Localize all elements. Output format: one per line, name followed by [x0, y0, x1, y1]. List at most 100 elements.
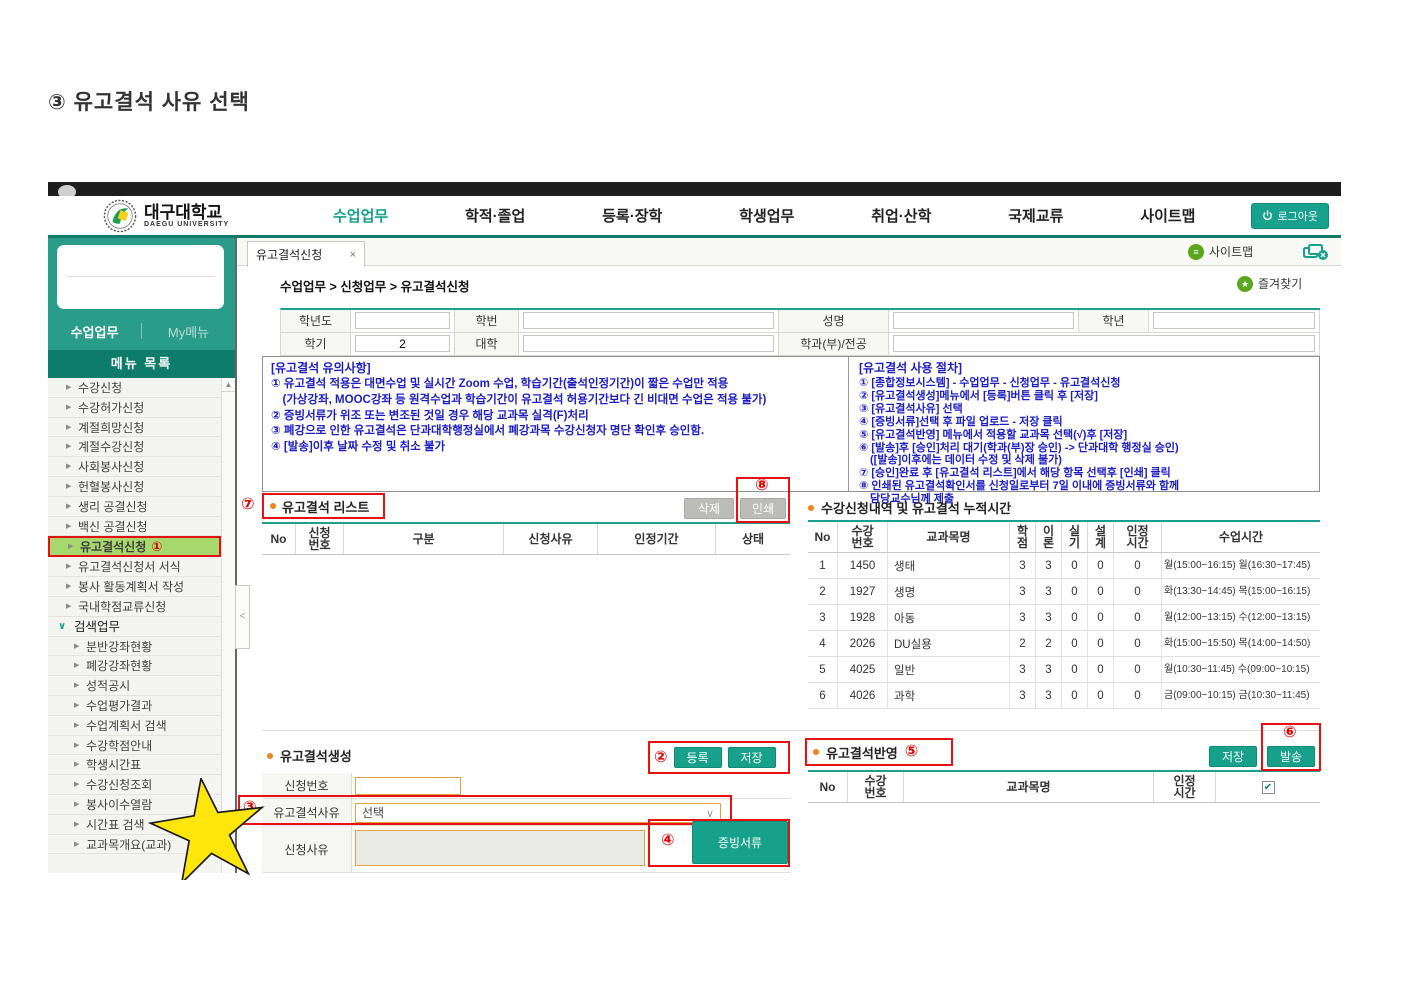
sidebar-menu-item[interactable]: 수업평가결과 [48, 696, 221, 716]
sidebar-menu-item[interactable]: 분반강좌현황 [48, 637, 221, 657]
apply-save-button[interactable]: 저장 [1209, 746, 1257, 767]
header-nav-item[interactable]: 취업·산학 [871, 205, 931, 226]
register-button[interactable]: 등록 [673, 747, 722, 768]
semester-input[interactable] [355, 335, 450, 352]
label-department: 학과(부)/전공 [779, 333, 889, 356]
notice-procedure-title: [유고결석 사용 절차] [859, 361, 962, 375]
sidebar-menu-item[interactable]: 유고결석신청서 서식 [48, 557, 221, 578]
student-id-input[interactable] [523, 312, 774, 329]
sidebar-user-box [57, 245, 224, 309]
header-nav-item[interactable]: 국제교류 [1008, 205, 1063, 226]
sidebar-menu-item[interactable]: 백신 공결신청 [48, 517, 221, 537]
name-input[interactable] [893, 312, 1074, 329]
column-header: 실 기 [1062, 522, 1088, 552]
label-grade: 학년 [1079, 310, 1149, 333]
sidebar-menu-item[interactable]: 수강허가신청 [48, 398, 221, 418]
bullet-icon [270, 503, 276, 509]
window-chrome [48, 182, 1341, 199]
request-no-input[interactable] [355, 777, 461, 795]
absence-list-title: 유고결석 리스트 [282, 499, 370, 515]
university-emblem-icon [103, 199, 137, 232]
header-nav-item[interactable]: 사이트맵 [1140, 205, 1195, 226]
create-section-header: 유고결석생성 [267, 746, 352, 765]
send-button[interactable]: 발송 [1267, 746, 1315, 767]
column-header: 구분 [344, 524, 504, 554]
notice-line: ③ [유고결석사유] 선택 [859, 402, 963, 415]
column-header: No [262, 524, 296, 554]
sitemap-shortcut[interactable]: ≡ 사이트맵 [1188, 243, 1253, 260]
sidebar-menu-item[interactable]: 검색업무 [48, 617, 221, 637]
sidebar-menu-item[interactable]: 수강신청 [48, 378, 221, 398]
scroll-up-icon[interactable]: ▲ [222, 378, 235, 392]
table-row: 3 1928 아동 3 3 0 0 0 월(12:00~13:15) 수(12:… [808, 605, 1320, 631]
notice-line: ⑤ [유고결석반영] 메뉴에서 적용할 교과목 선택(√)후 [저장] [859, 428, 1128, 441]
university-logo[interactable]: 대구대학교 DAEGU UNIVERSITY [103, 199, 278, 233]
sidebar-menu-item[interactable]: 계절희망신청 [48, 418, 221, 438]
star-overlay [148, 778, 265, 880]
power-icon [1262, 210, 1272, 220]
sidebar-menu-item[interactable]: 헌혈봉사신청 [48, 477, 221, 497]
bullet-icon [808, 504, 814, 511]
tab-absence-request[interactable]: 유고결석신청 × [247, 241, 365, 267]
delete-button[interactable]: 삭제 [684, 498, 734, 519]
select-all-checkbox[interactable]: ✔ [1261, 780, 1275, 794]
notice-box: [유고결석 유의사항] ① 유고결석 적용은 대면수업 및 실시간 Zoom 수… [262, 356, 1320, 505]
year-input[interactable] [355, 312, 450, 329]
table-row: 2 1927 생명 3 3 0 0 0 화(13:30~14:45) 목(15:… [808, 579, 1320, 605]
bullet-icon [813, 749, 819, 755]
sidebar-menu-item[interactable]: 수업계획서 검색 [48, 716, 221, 736]
annotation-5: ⑤ [904, 743, 919, 760]
label-name: 성명 [779, 310, 889, 333]
sidebar-tab-my-menu[interactable]: My메뉴 [142, 322, 235, 341]
print-button[interactable]: 인쇄 [740, 498, 786, 519]
create-section-title: 유고결석생성 [280, 749, 352, 764]
college-input[interactable] [523, 335, 774, 352]
absence-list-table: No 신청 번호 구분 신청사유 인정기간 상태 [262, 522, 790, 705]
notice-line: ⑧ 인쇄된 유고결석확인서를 신청일로부터 7일 이내에 증빙서류와 함께 [859, 480, 1180, 493]
sidebar-menu-item[interactable]: 생리 공결신청 [48, 497, 221, 517]
notice-line: ① 유고결석 적용은 대면수업 및 실시간 Zoom 수업, 학습기간(출석인정… [271, 378, 729, 390]
sidebar-tab-course-work[interactable]: 수업업무 [48, 322, 141, 341]
sidebar-menu-item[interactable]: 계절수강신청 [48, 437, 221, 458]
sidebar-menu-item[interactable]: 유고결석신청 ① [48, 536, 221, 558]
tab-close-icon[interactable]: × [350, 249, 356, 261]
page: ③ 유고결석 사유 선택 대구대학교 DAEGU UNIVERSITY 수업업무… [0, 0, 1403, 992]
sidebar-menu-item[interactable]: 성적공시 [48, 676, 221, 696]
notice-line: (가상강좌, MOOC강좌 등 원격수업과 학습기간이 유고결석 허용기간보다 … [271, 393, 767, 406]
column-header: 인정 시간 [1114, 522, 1162, 552]
star-icon: ★ [1237, 275, 1253, 292]
header-nav-item[interactable]: 학적·졸업 [465, 205, 525, 226]
label-student-id: 학번 [455, 310, 519, 333]
column-header: 인정기간 [598, 524, 716, 554]
grade-input[interactable] [1153, 312, 1315, 329]
create-buttons-annotation-box: ② 등록 저장 [648, 741, 790, 774]
department-input[interactable] [893, 335, 1315, 352]
notice-cautions-title: [유고결석 유의사항] [271, 361, 371, 375]
column-header: 교과목명 [888, 522, 1010, 552]
content-tabbar: 유고결석신청 × ≡ 사이트맵 [237, 238, 1341, 267]
favorite-button[interactable]: ★ 즐겨찾기 [1237, 275, 1302, 292]
sidebar-collapse-handle[interactable]: < [235, 585, 250, 649]
column-header: 수업시간 [1218, 530, 1264, 544]
sidebar-menu-item[interactable]: 폐강강좌현황 [48, 656, 221, 677]
label-semester: 학기 [281, 333, 351, 356]
label-year: 학년도 [281, 310, 351, 333]
sidebar-menu-item[interactable]: 사회봉사신청 [48, 457, 221, 477]
notice-line: ① [종합정보시스템] - 수업업무 - 신청업무 - 유고결석신청 [859, 377, 1121, 389]
sidebar-menu-item[interactable]: 국내학점교류신청 [48, 597, 221, 617]
attachment-button[interactable]: 증빙서류 [692, 821, 788, 864]
apply-section-title: 유고결석반영 [826, 745, 898, 761]
column-header: 학 점 [1010, 522, 1036, 552]
logout-button[interactable]: 로그아웃 [1250, 202, 1329, 229]
create-save-button[interactable]: 저장 [727, 747, 776, 768]
detail-reason-input[interactable] [355, 830, 645, 866]
header-nav-item[interactable]: 등록·장학 [602, 205, 662, 226]
header-nav-item[interactable]: 학생업무 [739, 205, 794, 226]
sidebar-menu-item[interactable]: 봉사 활동계획서 작성 [48, 577, 221, 597]
absence-list-empty-body [262, 555, 790, 705]
notice-line: ④ [증빙서류]선택 후 파일 업로드 - 저장 클릭 [859, 415, 1063, 428]
header-nav-item[interactable]: 수업업무 [333, 205, 388, 226]
sidebar-menu-item[interactable]: 수강학점안내 [48, 736, 221, 756]
close-all-tabs-icon[interactable] [1303, 244, 1329, 261]
sidebar-menu-item[interactable]: 학생시간표 [48, 755, 221, 776]
